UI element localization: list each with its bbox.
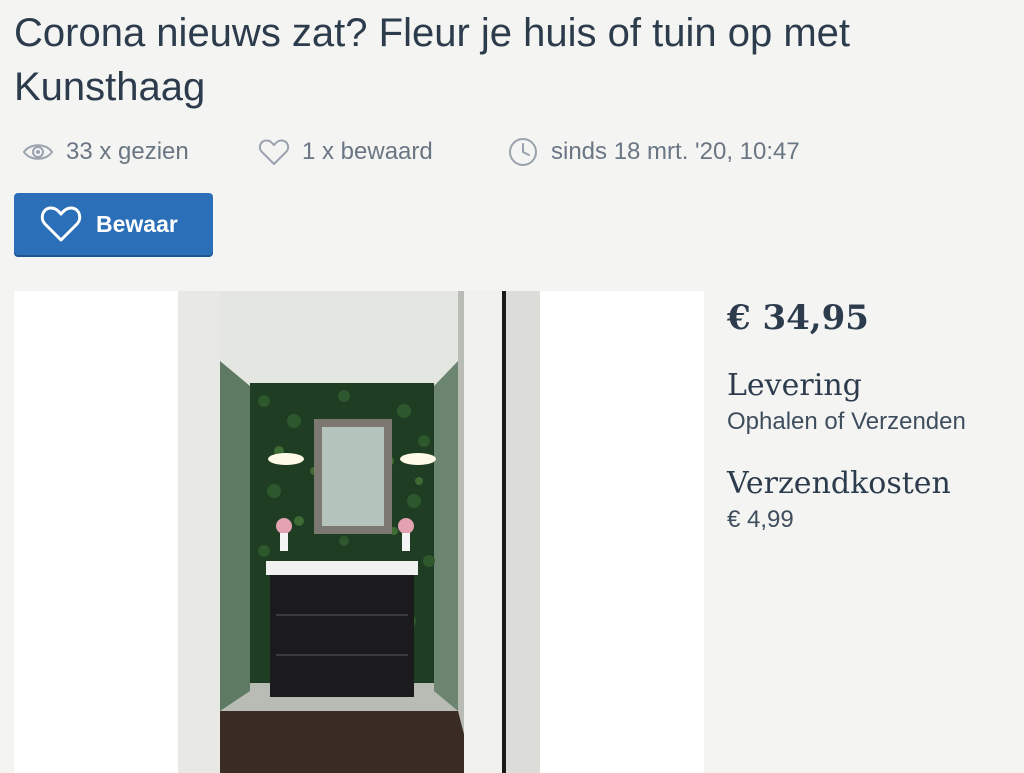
bathroom-photo [14, 291, 704, 773]
shipping-value: € 4,99 [727, 506, 794, 533]
delivery-value: Ophalen of Verzenden [727, 408, 966, 435]
heart-icon [40, 206, 82, 242]
listing-title: Corona nieuws zat? Fleur je huis of tuin… [14, 11, 850, 109]
date-text: sinds 18 mrt. '20, 10:47 [551, 138, 800, 165]
shipping-label: Verzendkosten [727, 466, 951, 501]
price: € 34,95 [727, 298, 869, 338]
saved-text: 1 x bewaard [302, 138, 433, 165]
listing-date: sinds 18 mrt. '20, 10:47 [507, 132, 800, 172]
heart-outline-icon [258, 139, 290, 165]
views-count: 33 x gezien [22, 132, 189, 172]
delivery-label: Levering [727, 368, 862, 403]
saved-count: 1 x bewaard [258, 132, 433, 172]
eye-icon [22, 144, 54, 160]
save-button-label: Bewaar [96, 210, 178, 237]
views-text: 33 x gezien [66, 138, 189, 165]
listing-meta: 33 x gezien 1 x bewaard sinds 18 mrt. '2… [0, 132, 1024, 172]
clock-icon [509, 138, 537, 166]
listing-photo[interactable] [14, 291, 704, 773]
save-button[interactable]: Bewaar [14, 193, 213, 255]
